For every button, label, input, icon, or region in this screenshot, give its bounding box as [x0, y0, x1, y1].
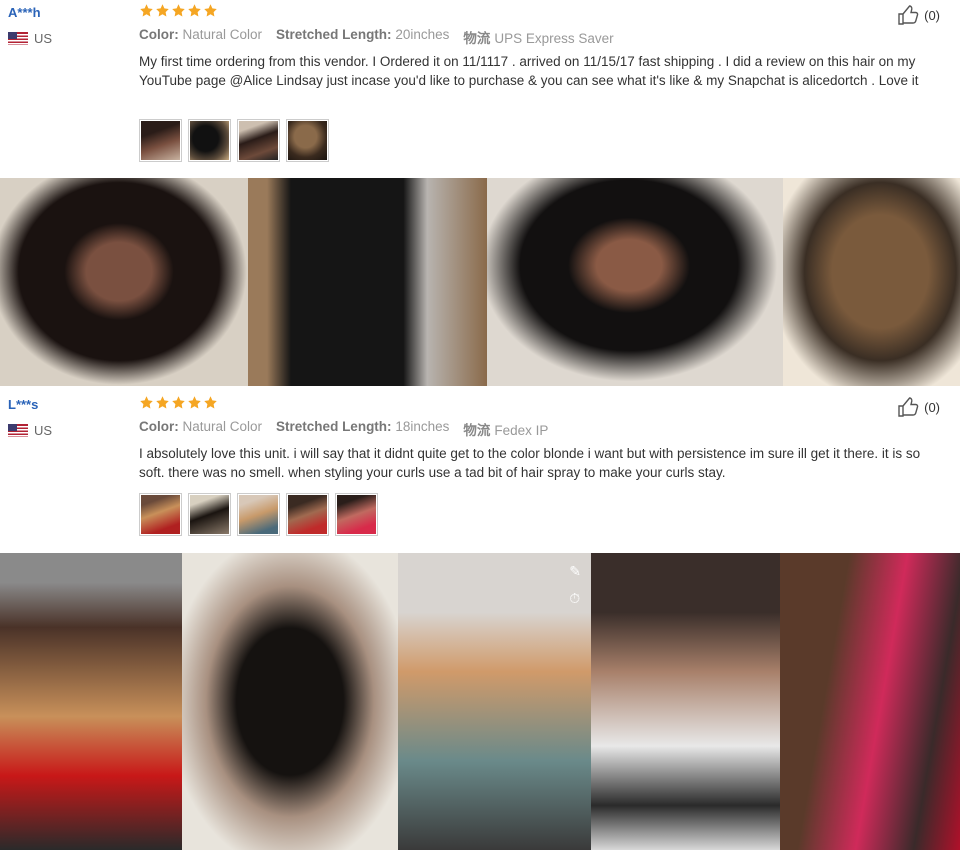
review-thumbnail[interactable]: [237, 119, 280, 162]
star-icon: [188, 396, 201, 409]
thumbs-up-icon: [898, 397, 919, 417]
review-photo-gallery: ✎ ⏱: [0, 553, 960, 850]
paperclip-icon[interactable]: ✎: [569, 563, 581, 580]
us-flag-icon: [8, 424, 28, 437]
snapchat-controls: ✎ ⏱: [569, 563, 581, 607]
shipping-value: UPS Express Saver: [494, 31, 614, 46]
reviewer-country: US: [8, 423, 52, 438]
like-count: (0): [924, 399, 940, 415]
review-thumbnail[interactable]: [286, 119, 329, 162]
star-icon: [188, 4, 201, 17]
like-button[interactable]: (0): [897, 397, 940, 417]
review-thumbnail[interactable]: [237, 493, 280, 536]
color-value: Natural Color: [182, 27, 263, 42]
review-text: I absolutely love this unit. i will say …: [139, 446, 921, 480]
star-icon: [172, 4, 185, 17]
color-value: Natural Color: [182, 419, 263, 434]
review-photo-gallery: [0, 178, 960, 386]
shipping-value: Fedex IP: [494, 423, 549, 438]
color-label: Color:: [139, 27, 179, 42]
review-photo[interactable]: [182, 553, 398, 850]
reviewer-country: US: [8, 31, 52, 46]
order-details: Color: Natural Color Stretched Length: 2…: [139, 27, 614, 47]
like-count: (0): [924, 7, 940, 23]
review-photo[interactable]: ✎ ⏱: [398, 553, 591, 850]
review-photo[interactable]: [780, 553, 960, 850]
star-icon: [204, 4, 217, 17]
star-icon: [140, 4, 153, 17]
star-icon: [156, 4, 169, 17]
review-thumbnail[interactable]: [188, 493, 231, 536]
review-thumbnail[interactable]: [335, 493, 378, 536]
review-photo[interactable]: [487, 178, 783, 386]
review-photo[interactable]: [0, 178, 248, 386]
rating-stars: [139, 395, 218, 410]
review-photo[interactable]: [0, 553, 182, 850]
star-icon: [140, 396, 153, 409]
length-value: 20inches: [395, 27, 450, 42]
review-photo[interactable]: [591, 553, 780, 850]
rating-stars: [139, 3, 218, 18]
reviewer-name: A***h: [8, 5, 41, 20]
review-photo[interactable]: [248, 178, 487, 386]
review-thumbnail[interactable]: [286, 493, 329, 536]
star-icon: [204, 396, 217, 409]
review-photo[interactable]: [783, 178, 960, 386]
review-card: L***s US Color: Natural Color Stretched …: [0, 392, 960, 552]
thumbs-up-icon: [898, 5, 919, 25]
review-thumbnail[interactable]: [139, 493, 182, 536]
order-details: Color: Natural Color Stretched Length: 1…: [139, 419, 548, 439]
timer-icon[interactable]: ⏱: [569, 590, 581, 607]
review-thumbnail[interactable]: [139, 119, 182, 162]
country-label: US: [34, 31, 53, 46]
review-text: My first time ordering from this vendor.…: [139, 54, 919, 88]
review-thumbnails: [139, 119, 329, 162]
color-label: Color:: [139, 419, 179, 434]
like-button[interactable]: (0): [897, 5, 940, 25]
review-thumbnails: [139, 493, 378, 536]
shipping-label: 物流: [463, 31, 491, 46]
shipping-label: 物流: [463, 423, 491, 438]
length-label: Stretched Length:: [276, 27, 392, 42]
length-label: Stretched Length:: [276, 419, 392, 434]
reviewer-name: L***s: [8, 397, 39, 412]
us-flag-icon: [8, 32, 28, 45]
review-card: A***h US Color: Natural Color Stretched …: [0, 0, 960, 178]
star-icon: [172, 396, 185, 409]
star-icon: [156, 396, 169, 409]
country-label: US: [34, 423, 53, 438]
length-value: 18inches: [395, 419, 450, 434]
review-thumbnail[interactable]: [188, 119, 231, 162]
